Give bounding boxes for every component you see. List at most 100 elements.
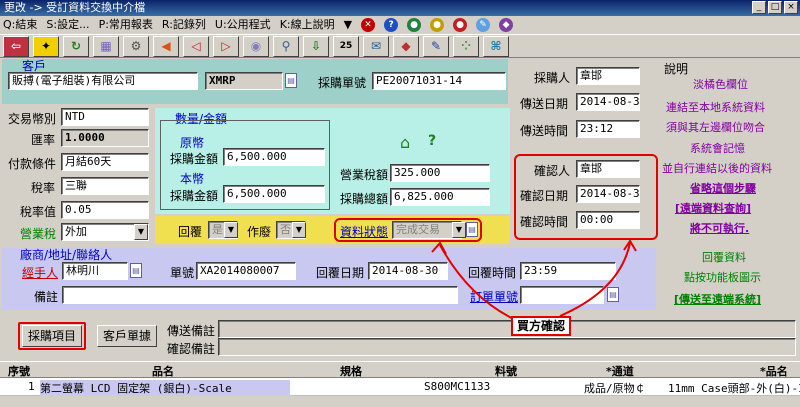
broadcast-icon[interactable]: ◉ [243, 35, 269, 57]
window-controls: _ □ × [752, 1, 798, 14]
local-amount-field[interactable]: 6,500.000 [223, 185, 325, 203]
col-channel[interactable]: *通道 [606, 363, 634, 379]
window-title: 更改 -> 受訂資料交換中介檔 [4, 1, 146, 14]
yellow-status-icon[interactable]: ● [430, 18, 445, 32]
menu-utilities[interactable]: U:公用程式 [215, 16, 271, 34]
back-icon[interactable]: ◀ [153, 35, 179, 57]
total-amount-field[interactable]: 6,825.000 [390, 188, 490, 206]
handler-label: 經手人 [22, 266, 59, 280]
red-status-icon[interactable]: ● [453, 18, 468, 32]
col-name2[interactable]: *品名 [760, 363, 788, 379]
network-icon[interactable]: ⌘ [483, 35, 509, 57]
handler-field[interactable]: 林明川 [62, 262, 128, 280]
question-icon[interactable]: ? [428, 133, 436, 149]
reply-time-field[interactable]: 23:59 [520, 262, 616, 280]
table-row[interactable]: 1 第二螢幕 LCD 固定架 (銀白)-Scale S800MC1133 成品/… [0, 378, 800, 396]
local-currency-label: 本幣 [180, 172, 205, 186]
confirm-remark-field[interactable] [218, 338, 796, 356]
send-remote-link[interactable]: [傳送至遠端系統] [674, 291, 761, 307]
chevron-down-icon[interactable]: ▼ [134, 224, 148, 240]
tag-icon[interactable]: ◆ [393, 35, 419, 57]
confirm-time-field[interactable]: 00:00 [576, 211, 640, 229]
grid-icon[interactable]: ▦ [93, 35, 119, 57]
settings-icon[interactable]: ⚙ [123, 35, 149, 57]
tax-amount-label: 營業稅額 [340, 168, 389, 182]
next-icon[interactable]: ▷ [213, 35, 239, 57]
chevron-down-icon[interactable]: ▼ [292, 222, 306, 238]
maximize-button[interactable]: □ [768, 1, 782, 14]
order-lookup-icon[interactable]: ▤ [607, 287, 619, 302]
customer-docs-button[interactable]: 客戶單據 [97, 325, 157, 347]
orig-currency-label: 原幣 [180, 136, 205, 150]
currency-label: 交易幣別 [8, 112, 57, 126]
reply-label: 回覆 [178, 225, 203, 239]
tax-amount-field[interactable]: 325.000 [390, 164, 490, 182]
exit-icon[interactable]: ⇦ [3, 35, 29, 57]
skip-step-link[interactable]: 省略這個步驟 [690, 180, 756, 196]
refresh-icon[interactable]: ↻ [63, 35, 89, 57]
handler-lookup-icon[interactable]: ▤ [130, 263, 142, 278]
send-remark-field[interactable] [218, 320, 796, 338]
minimize-button[interactable]: _ [752, 1, 766, 14]
reply-data-title: 回覆資料 [702, 251, 746, 264]
col-spec[interactable]: 規格 [340, 363, 362, 379]
menu-more[interactable]: ▼ [344, 16, 352, 34]
toolbar: ⇦ ✦ ↻ ▦ ⚙ ◀ ◁ ▷ ◉ ⚲ ⇩ 25 ✉ ◆ ✎ ⁘ ⌘ [0, 34, 800, 58]
dots-icon[interactable]: ⁘ [453, 35, 479, 57]
order-no-field[interactable]: XA2014080007 [196, 262, 296, 280]
terms-label: 付款條件 [8, 157, 57, 171]
remote-query-link[interactable]: [遠端資料查詢] [675, 200, 751, 216]
stop-icon[interactable]: ✕ [361, 18, 376, 32]
customer-name-field[interactable]: 販搏(電子組裝)有限公司 [8, 72, 198, 90]
reply-date-label: 回覆日期 [316, 266, 365, 280]
remark-field[interactable] [62, 286, 458, 304]
search-icon[interactable]: ⚲ [273, 35, 299, 57]
menu-settings[interactable]: S:設定... [46, 16, 89, 34]
send-time-label: 傳送時間 [520, 124, 569, 138]
green-status-icon[interactable]: ● [407, 18, 422, 32]
send-remark-label: 傳送備註 [167, 324, 216, 338]
tax-type-field[interactable]: 三聯 [61, 177, 149, 195]
confirm-date-field[interactable]: 2014-08-31 [576, 185, 640, 203]
col-seq[interactable]: 序號 [8, 363, 30, 379]
col-name[interactable]: 品名 [152, 363, 174, 379]
terms-field[interactable]: 月結60天 [61, 153, 149, 171]
cell-name2: 11mm Case頭部-外(白)-IE [668, 382, 800, 395]
confirm-date-label: 確認日期 [520, 189, 569, 203]
reply-date-field[interactable]: 2014-08-30 [368, 262, 448, 280]
tool-icon[interactable]: ✎ [476, 18, 491, 32]
cell-seq: 1 [28, 380, 35, 393]
record-icon[interactable]: ◆ [499, 18, 514, 32]
tax-rate-field[interactable]: 0.05 [61, 201, 149, 219]
customer-code-field[interactable]: XMRP [205, 72, 283, 90]
currency-field[interactable]: NTD [61, 108, 149, 126]
send-date-field[interactable]: 2014-08-30 [576, 93, 640, 111]
download-icon[interactable]: ⇩ [303, 35, 329, 57]
send-time-field[interactable]: 23:12 [576, 120, 640, 138]
rate-field[interactable]: 1.0000 [61, 129, 149, 147]
calendar-icon[interactable]: 25 [333, 35, 359, 57]
menu-quit[interactable]: Q:結束 [3, 16, 37, 34]
items-highlight-box [18, 322, 86, 350]
home-icon[interactable]: ⌂ [400, 133, 410, 152]
help-icon[interactable]: ? [384, 18, 399, 32]
menu-reports[interactable]: P:常用報表 [99, 16, 153, 34]
menu-records[interactable]: R:記錄列 [162, 16, 206, 34]
memo-icon[interactable]: ✉ [363, 35, 389, 57]
order-remark-field[interactable] [520, 286, 604, 304]
local-amount-label: 採購金額 [170, 189, 219, 203]
confirm-person-field[interactable]: 章邯 [576, 160, 640, 178]
prev-icon[interactable]: ◁ [183, 35, 209, 57]
chevron-down-icon[interactable]: ▼ [224, 222, 238, 238]
chat-icon[interactable]: ✎ [423, 35, 449, 57]
orig-amount-field[interactable]: 6,500.000 [223, 148, 325, 166]
lookup-icon[interactable]: ▤ [285, 73, 297, 88]
confirm-remark-label: 確認備註 [167, 342, 216, 356]
run-icon[interactable]: ✦ [33, 35, 59, 57]
buyer-field[interactable]: 章邯 [576, 67, 640, 85]
po-no-field[interactable]: PE20071031-14 [372, 72, 506, 90]
col-part[interactable]: 料號 [495, 363, 517, 379]
cell-channel: 成品/原物￠ [584, 382, 646, 395]
close-button[interactable]: × [784, 1, 798, 14]
menu-help[interactable]: K:線上說明 [280, 16, 335, 34]
